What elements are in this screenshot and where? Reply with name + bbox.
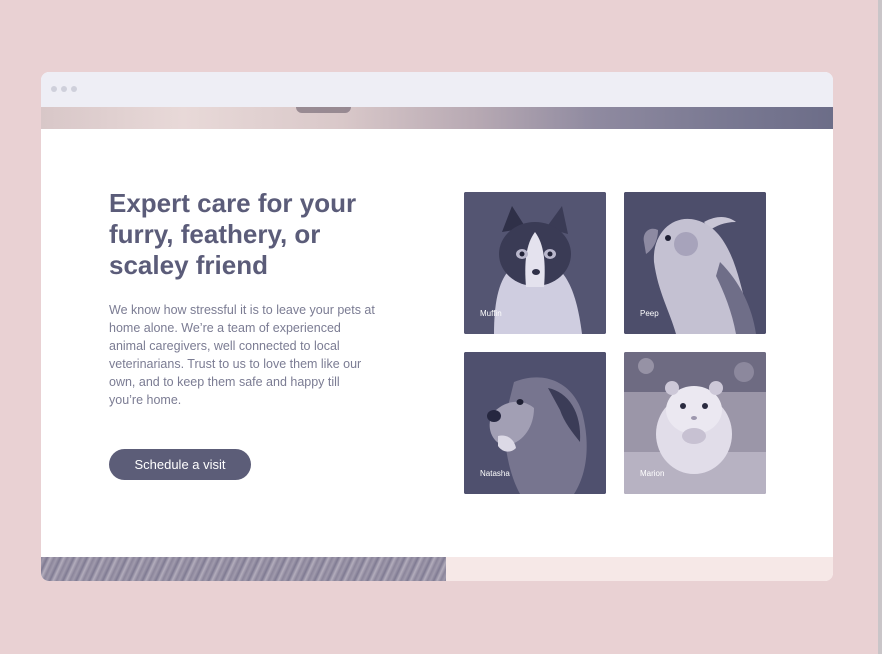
browser-window: Expert care for your furry, feathery, or…	[41, 72, 833, 581]
hero-image-detail	[296, 107, 351, 113]
window-controls	[51, 86, 77, 92]
pet-name-label: Peep	[640, 309, 659, 318]
pet-card-muffin[interactable]: Muffin	[464, 192, 606, 334]
schedule-visit-button[interactable]: Schedule a visit	[109, 449, 251, 480]
page-edge	[878, 0, 882, 654]
pet-card-marion[interactable]: Marion	[624, 352, 766, 494]
close-dot[interactable]	[51, 86, 57, 92]
pet-name-label: Muffin	[480, 309, 502, 318]
page-heading: Expert care for your furry, feathery, or…	[109, 188, 357, 280]
maximize-dot[interactable]	[71, 86, 77, 92]
footer-image-strip	[41, 557, 446, 581]
pet-card-peep[interactable]: Peep	[624, 192, 766, 334]
minimize-dot[interactable]	[61, 86, 67, 92]
pet-card-natasha[interactable]: Natasha	[464, 352, 606, 494]
pet-name-label: Marion	[640, 469, 665, 478]
window-titlebar	[41, 72, 833, 107]
page-description: We know how stressful it is to leave you…	[109, 303, 375, 407]
hero-image-strip	[41, 107, 833, 129]
footer-panel	[446, 557, 833, 581]
pet-name-label: Natasha	[480, 469, 510, 478]
